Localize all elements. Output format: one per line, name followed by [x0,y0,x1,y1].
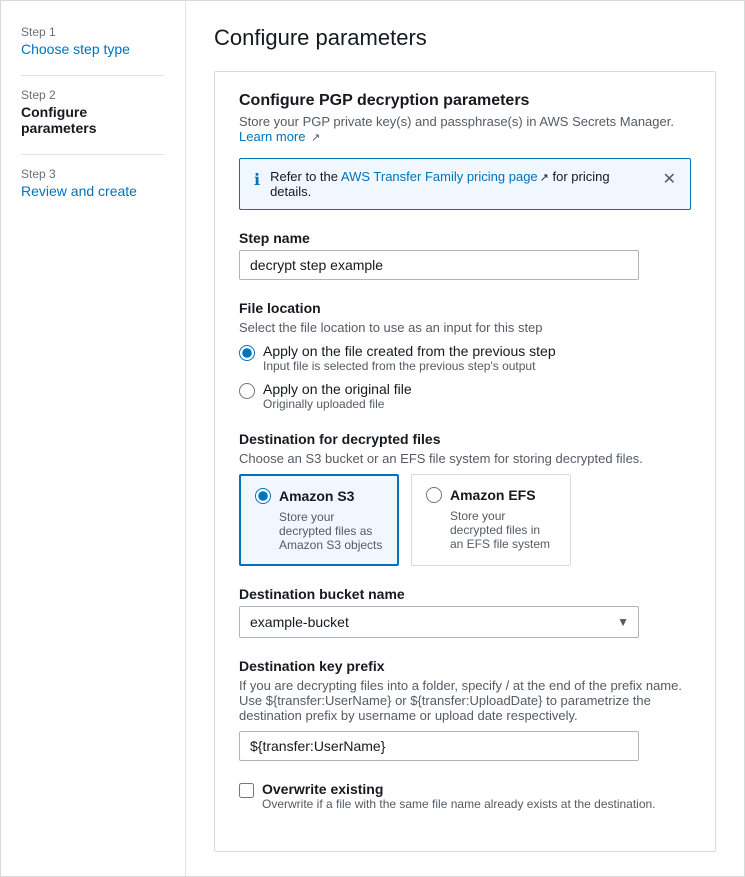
destination-label: Destination for decrypted files [239,431,691,447]
step-name-label: Step name [239,230,691,246]
key-prefix-label: Destination key prefix [239,658,691,674]
destination-desc: Choose an S3 bucket or an EFS file syste… [239,451,691,466]
amazon-s3-title: Amazon S3 [279,488,354,504]
step-name-input[interactable] [239,250,639,280]
amazon-s3-radio[interactable] [255,488,271,504]
prev-step-sublabel: Input file is selected from the previous… [263,359,556,373]
original-file-radio[interactable] [239,383,255,399]
amazon-efs-card[interactable]: Amazon EFS Store your decrypted files in… [411,474,571,566]
amazon-efs-desc: Store your decrypted files in an EFS fil… [426,509,556,551]
sidebar-step-1: Step 1 Choose step type [21,25,165,57]
section-card: Configure PGP decryption parameters Stor… [214,71,716,852]
file-location-desc: Select the file location to use as an in… [239,320,691,335]
step1-title[interactable]: Choose step type [21,41,165,57]
prev-step-radio[interactable] [239,345,255,361]
file-location-prev-step[interactable]: Apply on the file created from the previ… [239,343,691,373]
bucket-name-label: Destination bucket name [239,586,691,602]
main-content: Configure parameters Configure PGP decry… [186,1,744,876]
pricing-ext-icon: ↗ [540,171,549,184]
page-title: Configure parameters [214,25,716,51]
key-prefix-group: Destination key prefix If you are decryp… [239,658,691,761]
divider-1 [21,75,165,76]
bucket-name-group: Destination bucket name example-bucket ▼ [239,586,691,638]
file-location-label: File location [239,300,691,316]
info-banner: ℹ Refer to the AWS Transfer Family prici… [239,158,691,210]
key-prefix-desc: If you are decrypting files into a folde… [239,678,691,723]
step3-label: Step 3 [21,167,165,181]
sidebar: Step 1 Choose step type Step 2 Configure… [1,1,186,876]
step-name-group: Step name [239,230,691,280]
section-subtext-text: Store your PGP private key(s) and passph… [239,114,674,129]
close-banner-button[interactable]: ✕ [663,169,676,189]
amazon-efs-title: Amazon EFS [450,487,536,503]
overwrite-option[interactable]: Overwrite existing Overwrite if a file w… [239,781,691,811]
info-icon: ℹ [254,170,260,190]
amazon-s3-desc: Store your decrypted files as Amazon S3 … [255,510,383,552]
file-location-original[interactable]: Apply on the original file Originally up… [239,381,691,411]
amazon-s3-card[interactable]: Amazon S3 Store your decrypted files as … [239,474,399,566]
banner-prefix: Refer to the [270,169,341,184]
file-location-group: File location Select the file location t… [239,300,691,411]
overwrite-desc: Overwrite if a file with the same file n… [262,797,656,811]
overwrite-label: Overwrite existing [262,781,656,797]
bucket-name-select-wrapper: example-bucket ▼ [239,606,639,638]
step2-label: Step 2 [21,88,165,102]
destination-group: Destination for decrypted files Choose a… [239,431,691,566]
step3-title: Review and create [21,183,165,199]
amazon-efs-radio[interactable] [426,487,442,503]
learn-more-link[interactable]: Learn more [239,129,305,144]
prev-step-label: Apply on the file created from the previ… [263,343,556,359]
pricing-page-link[interactable]: AWS Transfer Family pricing page [341,169,538,184]
step1-label: Step 1 [21,25,165,39]
original-file-sublabel: Originally uploaded file [263,397,412,411]
original-file-label: Apply on the original file [263,381,412,397]
destination-cards: Amazon S3 Store your decrypted files as … [239,474,691,566]
step2-title: Configure parameters [21,104,165,136]
sidebar-step-3: Step 3 Review and create [21,167,165,199]
bucket-name-select[interactable]: example-bucket [239,606,639,638]
section-heading: Configure PGP decryption parameters [239,92,691,110]
key-prefix-input[interactable] [239,731,639,761]
banner-text: Refer to the AWS Transfer Family pricing… [270,169,651,199]
overwrite-group: Overwrite existing Overwrite if a file w… [239,781,691,811]
section-subtext: Store your PGP private key(s) and passph… [239,114,691,144]
divider-2 [21,154,165,155]
overwrite-checkbox[interactable] [239,783,254,798]
sidebar-step-2: Step 2 Configure parameters [21,88,165,136]
file-location-radio-group: Apply on the file created from the previ… [239,343,691,411]
external-link-icon: ↗ [311,131,320,144]
